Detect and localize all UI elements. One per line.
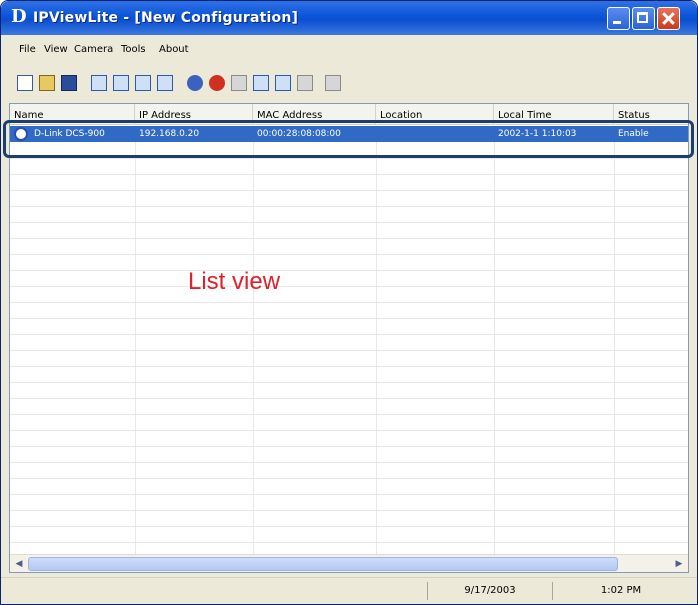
app-logo: D [11,6,27,27]
toolbar [1,63,697,99]
minimize-button[interactable] [607,7,630,30]
snapshot-icon[interactable] [253,75,269,91]
column-header-ip[interactable]: IP Address [135,104,253,124]
open-icon[interactable] [39,75,55,91]
record-icon[interactable] [275,75,291,91]
status-bar: 9/17/2003 1:02 PM [1,577,697,604]
menu-file[interactable]: File [19,43,36,57]
maximize-button[interactable] [632,7,655,30]
scroll-left-icon[interactable]: ◀ [12,557,26,571]
menu-about[interactable]: About [159,43,189,57]
status-date: 9/17/2003 [427,582,552,600]
save-icon[interactable] [61,75,77,91]
view-single-icon[interactable] [91,75,107,91]
scroll-right-icon[interactable]: ▶ [672,557,686,571]
column-header-mac[interactable]: MAC Address [253,104,376,124]
view-quad-icon[interactable] [113,75,129,91]
menu-view[interactable]: View [44,43,68,57]
ipviewlite-window: D IPViewLite - [New Configuration] File … [0,0,698,605]
stop-icon[interactable] [297,75,313,91]
camera-remove-icon[interactable] [209,75,225,91]
new-icon[interactable] [17,75,33,91]
column-header-local-time[interactable]: Local Time [494,104,614,124]
table-row[interactable]: D-Link DCS-900 192.168.0.20 00:00:28:08:… [10,126,688,142]
column-header-location[interactable]: Location [376,104,494,124]
list-header: Name IP Address MAC Address Location Loc… [10,104,688,125]
cell-ip: 192.168.0.20 [139,129,200,139]
camera-add-icon[interactable] [187,75,203,91]
scroll-thumb[interactable] [28,557,618,571]
cell-status: Enable [618,129,649,139]
cell-location [378,126,494,142]
camera-edit-icon[interactable] [231,75,247,91]
horizontal-scrollbar[interactable]: ◀ ▶ [10,554,688,572]
about-icon[interactable] [325,75,341,91]
menu-bar: File View Camera Tools About [1,39,697,61]
cell-mac: 00:00:28:08:08:00 [257,129,341,139]
title-bar[interactable]: D IPViewLite - [New Configuration] [1,1,697,35]
view-grid-icon[interactable] [135,75,151,91]
menu-camera[interactable]: Camera [74,43,113,57]
column-header-name[interactable]: Name [10,104,135,124]
view-info-icon[interactable] [157,75,173,91]
cell-name: D-Link DCS-900 [34,129,105,139]
camera-icon [14,127,28,141]
list-view-annotation: List view [188,268,281,295]
menu-tools[interactable]: Tools [121,43,146,57]
window-title: IPViewLite - [New Configuration] [33,10,299,26]
close-button[interactable] [657,7,680,30]
column-header-status[interactable]: Status [614,104,688,124]
cell-local-time: 2002-1-1 1:10:03 [498,129,577,139]
status-time: 1:02 PM [552,582,689,600]
camera-list-view[interactable]: Name IP Address MAC Address Location Loc… [9,103,689,573]
